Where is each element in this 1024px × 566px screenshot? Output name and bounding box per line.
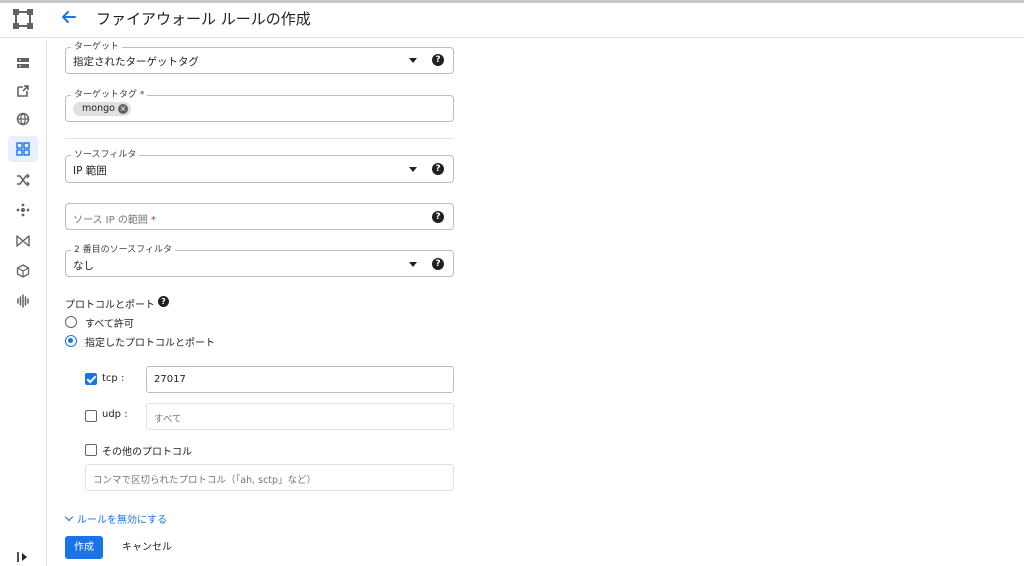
source-ip-ranges-input[interactable]: ソース IP の範囲 * ? xyxy=(65,203,454,230)
create-button[interactable]: 作成 xyxy=(65,536,103,559)
other-protocols-placeholder: コンマで区切られたプロトコル（「ah, sctp」など） xyxy=(93,475,317,486)
allow-all-radio[interactable] xyxy=(65,316,77,328)
page-title: ファイアウォール ルールの作成 xyxy=(96,10,311,28)
source-ip-ranges-placeholder: ソース IP の範囲 * xyxy=(73,215,157,226)
dropdown-arrow-icon xyxy=(409,262,417,267)
waveform-icon[interactable] xyxy=(8,288,38,314)
target-tags-label: ターゲットタグ * xyxy=(71,89,148,101)
help-icon[interactable]: ? xyxy=(432,163,444,175)
page-header: ファイアウォール ルールの作成 xyxy=(0,3,1024,38)
disable-rule-toggle[interactable]: ルールを無効にする xyxy=(64,511,168,526)
protocols-title: プロトコルとポート xyxy=(65,300,155,311)
vpc-network-logo-icon[interactable] xyxy=(12,8,34,30)
cancel-button[interactable]: キャンセル xyxy=(112,536,182,559)
collapse-rail-icon[interactable] xyxy=(16,548,30,562)
help-icon[interactable]: ? xyxy=(432,211,444,223)
target-value: 指定されたターゲットタグ xyxy=(73,56,199,68)
chevron-down-icon xyxy=(64,512,74,522)
target-tags-field[interactable]: ターゲットタグ * mongo × xyxy=(65,89,454,122)
udp-checkbox[interactable] xyxy=(85,410,97,422)
source-filter-label: ソースフィルタ xyxy=(71,149,140,161)
server-icon[interactable] xyxy=(8,50,38,76)
udp-label: udp : xyxy=(102,409,128,420)
other-protocols-input[interactable]: コンマで区切られたプロトコル（「ah, sctp」など） xyxy=(85,464,454,491)
section-divider xyxy=(65,138,454,139)
second-source-filter-label: 2 番目のソースフィルタ xyxy=(71,244,175,256)
external-link-icon[interactable] xyxy=(8,78,38,104)
bowtie-icon[interactable] xyxy=(8,228,38,254)
other-protocols-label: その他のプロトコル xyxy=(102,447,192,458)
firewall-grid-icon[interactable] xyxy=(8,136,38,162)
hub-icon[interactable] xyxy=(8,197,38,223)
target-label: ターゲット xyxy=(71,41,123,53)
udp-ports-placeholder: すべて xyxy=(154,414,182,425)
second-source-filter-value: なし xyxy=(73,260,94,272)
disable-rule-label: ルールを無効にする xyxy=(77,515,168,526)
help-icon[interactable]: ? xyxy=(432,54,444,66)
cube-network-icon[interactable] xyxy=(8,258,38,284)
help-icon[interactable]: ? xyxy=(432,258,444,270)
source-filter-value: IP 範囲 xyxy=(73,165,107,177)
tcp-label: tcp : xyxy=(102,373,125,384)
specified-protocols-label[interactable]: 指定したプロトコルとポート xyxy=(85,334,215,349)
target-select[interactable]: ターゲット 指定されたターゲットタグ ? xyxy=(65,41,454,74)
dropdown-arrow-icon xyxy=(409,58,417,63)
arrow-back-icon[interactable] xyxy=(58,6,80,28)
help-icon[interactable]: ? xyxy=(158,296,169,307)
source-filter-select[interactable]: ソースフィルタ IP 範囲 ? xyxy=(65,149,454,183)
tcp-checkbox[interactable] xyxy=(85,373,97,385)
shuffle-icon[interactable] xyxy=(8,167,38,193)
dropdown-arrow-icon xyxy=(409,167,417,172)
globe-icon[interactable] xyxy=(8,106,38,132)
udp-ports-input[interactable]: すべて xyxy=(146,403,454,430)
specified-protocols-radio[interactable] xyxy=(65,335,77,347)
other-protocols-checkbox[interactable] xyxy=(85,444,97,456)
tcp-ports-input[interactable]: 27017 xyxy=(146,366,454,393)
allow-all-label[interactable]: すべて許可 xyxy=(85,315,134,330)
remove-chip-icon[interactable]: × xyxy=(117,104,128,114)
tag-chip[interactable]: mongo × xyxy=(73,102,131,116)
nav-rail xyxy=(0,39,47,566)
second-source-filter-select[interactable]: 2 番目のソースフィルタ なし ? xyxy=(65,244,454,277)
tcp-ports-value: 27017 xyxy=(154,374,186,385)
tag-chip-label: mongo xyxy=(82,103,115,114)
